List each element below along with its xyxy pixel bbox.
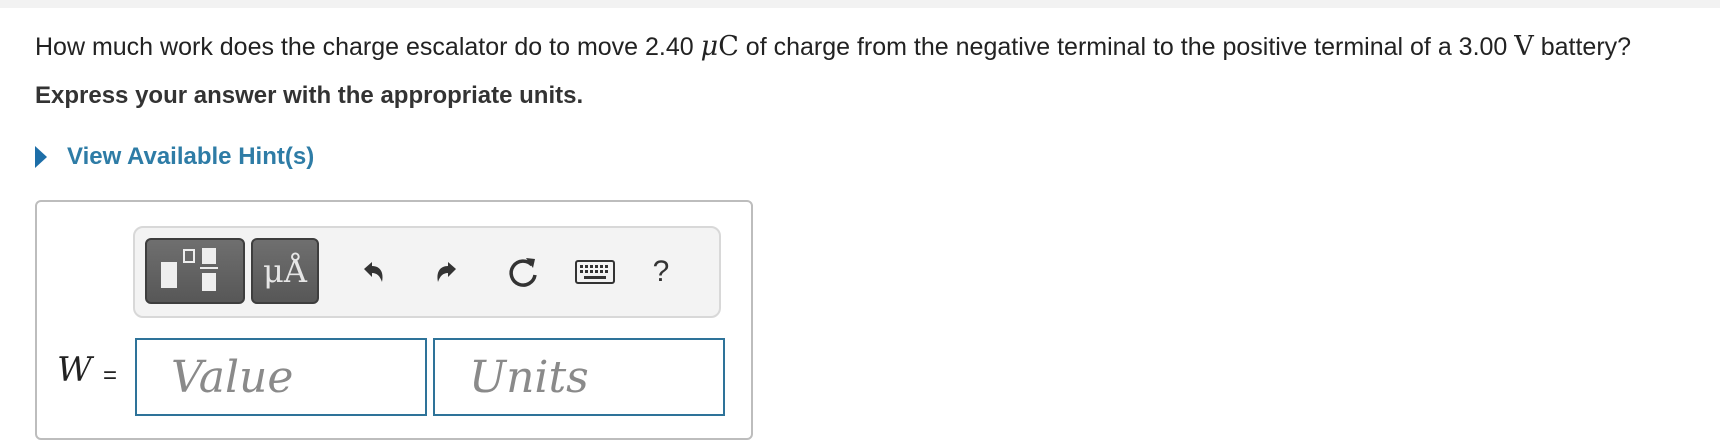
answer-variable: W — [57, 350, 92, 390]
undo-icon — [364, 262, 383, 282]
reset-icon — [509, 258, 537, 287]
undo-button[interactable] — [347, 244, 399, 300]
view-hints-label: View Available Hint(s) — [67, 143, 315, 170]
question-text-part: How much work does the charge escalator … — [35, 33, 701, 61]
keyboard-button[interactable] — [569, 244, 621, 300]
value-input[interactable] — [135, 338, 427, 416]
top-bar — [0, 0, 1720, 8]
question-text: How much work does the charge escalator … — [35, 30, 1631, 64]
units-button[interactable]: μÅ — [251, 238, 319, 304]
redo-icon — [437, 262, 456, 282]
answer-instruction: Express your answer with the appropriate… — [35, 82, 584, 109]
keyboard-icon — [575, 260, 615, 284]
fraction-template-button[interactable] — [145, 238, 245, 304]
math-toolbar: μÅ ? — [133, 226, 721, 318]
caret-right-icon — [35, 146, 47, 168]
help-icon: ? — [652, 255, 670, 288]
help-button[interactable]: ? — [635, 244, 687, 300]
reset-button[interactable] — [497, 244, 549, 300]
question-text-part: of charge from the negative terminal to … — [738, 33, 1515, 61]
answer-panel: μÅ ? W = Value Units — [35, 200, 753, 440]
coulomb-unit: C — [718, 31, 739, 62]
redo-button[interactable] — [421, 244, 473, 300]
units-input[interactable] — [433, 338, 725, 416]
equals-sign: = — [103, 362, 118, 389]
micro-symbol: μ — [700, 31, 719, 62]
view-hints-link[interactable]: View Available Hint(s) — [35, 143, 314, 171]
fraction-template-icon — [161, 248, 218, 291]
volt-unit: V — [1514, 31, 1534, 62]
question-text-part: battery? — [1533, 33, 1632, 61]
